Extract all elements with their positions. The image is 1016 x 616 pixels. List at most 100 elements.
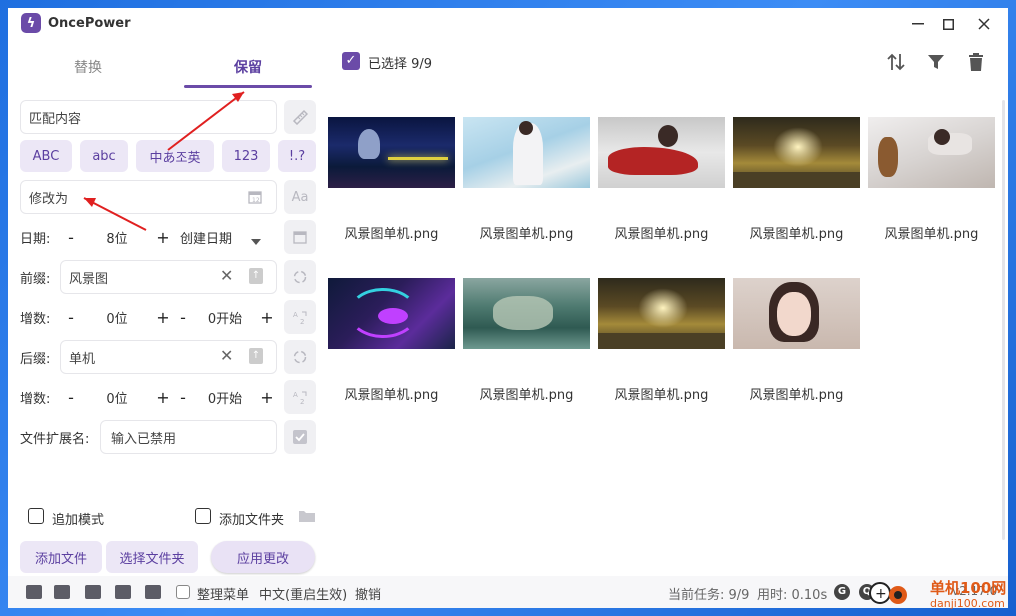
clipboard-icon[interactable] bbox=[85, 585, 101, 599]
organize-menu-checkbox[interactable] bbox=[176, 585, 190, 599]
modify-to-input[interactable]: 修改为 bbox=[20, 180, 277, 214]
suffix-start-value[interactable]: 0开始 bbox=[194, 388, 256, 407]
suffix-digits-value[interactable]: 0位 bbox=[82, 388, 152, 407]
current-task: 当前任务: 9/9 bbox=[668, 588, 750, 603]
modify-to-placeholder: 修改为 bbox=[29, 191, 69, 207]
minimize-button[interactable] bbox=[904, 12, 932, 36]
svg-text:2: 2 bbox=[300, 398, 304, 405]
font-case-icon[interactable]: Aa bbox=[284, 180, 316, 214]
file-name: 风景图单机.png bbox=[614, 388, 709, 403]
suffix-start-minus[interactable]: - bbox=[172, 388, 194, 407]
ruler-icon[interactable] bbox=[284, 100, 316, 134]
svg-text:+: + bbox=[875, 586, 887, 602]
append-mode-label: 追加模式 bbox=[52, 513, 105, 528]
tab-replace[interactable]: 替换 bbox=[24, 52, 152, 86]
suffix-digits-minus[interactable]: - bbox=[60, 388, 82, 407]
date-type-select[interactable]: 创建日期 bbox=[180, 228, 232, 247]
checkbox-icon[interactable] bbox=[284, 420, 316, 454]
sort-numeric-icon[interactable]: A2 bbox=[284, 300, 316, 334]
prefix-input[interactable]: 风景图 bbox=[60, 260, 277, 294]
prefix-label: 前缀: bbox=[20, 272, 51, 287]
active-tab-indicator bbox=[184, 85, 312, 88]
csv-file-icon[interactable] bbox=[145, 585, 161, 599]
file-thumbnail[interactable] bbox=[328, 117, 455, 188]
language-select[interactable]: 中文(重启生效) bbox=[259, 584, 347, 603]
chip-lowercase[interactable]: abc bbox=[80, 140, 128, 172]
github-icon[interactable]: G bbox=[834, 584, 850, 600]
svg-text:2: 2 bbox=[300, 318, 304, 325]
append-mode-checkbox[interactable] bbox=[28, 508, 44, 524]
file-thumbnail[interactable] bbox=[598, 117, 725, 188]
suffix-digits-plus[interactable]: + bbox=[152, 388, 174, 407]
chevron-down-icon[interactable] bbox=[251, 233, 261, 249]
suffix-value: 单机 bbox=[69, 351, 96, 367]
chip-symbols[interactable]: !.? bbox=[278, 140, 316, 172]
select-all-checkbox[interactable]: ✓ bbox=[342, 52, 360, 70]
maximize-button[interactable] bbox=[934, 12, 962, 36]
scrollbar[interactable] bbox=[1002, 100, 1005, 540]
file-name: 风景图单机.png bbox=[749, 388, 844, 403]
refresh-icon[interactable] bbox=[284, 260, 316, 294]
extension-placeholder: 输入已禁用 bbox=[111, 431, 177, 447]
date-digits-value[interactable]: 8位 bbox=[82, 228, 152, 247]
file-thumbnail[interactable] bbox=[733, 278, 860, 349]
prefix-start-value[interactable]: 0开始 bbox=[194, 308, 256, 327]
file-name: 风景图单机.png bbox=[344, 227, 439, 242]
prefix-start-plus[interactable]: + bbox=[256, 308, 278, 327]
svg-text:A: A bbox=[293, 311, 298, 319]
document-icon[interactable] bbox=[54, 585, 70, 599]
tab-keep[interactable]: 保留 bbox=[184, 52, 312, 86]
upload-icon[interactable]: ↑ bbox=[249, 268, 263, 284]
suffix-input[interactable]: 单机 bbox=[60, 340, 277, 374]
extension-label: 文件扩展名: bbox=[20, 432, 90, 447]
add-file-button[interactable]: 添加文件 bbox=[20, 541, 102, 573]
prefix-digits-plus[interactable]: + bbox=[152, 308, 174, 327]
file-thumbnail[interactable] bbox=[598, 278, 725, 349]
suffix-label: 后缀: bbox=[20, 352, 51, 367]
match-content-placeholder: 匹配内容 bbox=[29, 111, 82, 127]
trash-icon[interactable] bbox=[964, 50, 988, 74]
clear-icon[interactable]: ✕ bbox=[220, 266, 233, 285]
match-content-input[interactable]: 匹配内容 bbox=[20, 100, 277, 134]
date-label: 日期: bbox=[20, 232, 51, 247]
date-digits-minus[interactable]: - bbox=[60, 228, 82, 247]
file-thumbnail[interactable] bbox=[463, 117, 590, 188]
upload-icon[interactable]: ↑ bbox=[249, 348, 263, 364]
clear-icon[interactable]: ✕ bbox=[220, 346, 233, 365]
rename-options-panel: 替换 保留 匹配内容 ABC abc 中あ조英 123 !.? 修改为 12 A… bbox=[8, 40, 326, 576]
file-thumbnail[interactable] bbox=[868, 117, 995, 188]
suffix-increment-label: 增数: bbox=[20, 392, 51, 407]
prefix-start-stepper: - 0开始 + bbox=[172, 300, 278, 334]
sort-numeric-icon[interactable]: A2 bbox=[284, 380, 316, 414]
refresh-icon[interactable] bbox=[284, 340, 316, 374]
calendar-icon[interactable]: 12 bbox=[240, 181, 270, 213]
suffix-start-plus[interactable]: + bbox=[256, 388, 278, 407]
calendar-icon[interactable] bbox=[284, 220, 316, 254]
close-button[interactable] bbox=[970, 12, 998, 36]
file-thumbnail[interactable] bbox=[733, 117, 860, 188]
prefix-digits-minus[interactable]: - bbox=[60, 308, 82, 327]
select-folder-button[interactable]: 选择文件夹 bbox=[106, 541, 198, 573]
add-folder-checkbox[interactable] bbox=[195, 508, 211, 524]
prefix-start-minus[interactable]: - bbox=[172, 308, 194, 327]
filter-icon[interactable] bbox=[924, 50, 948, 74]
date-digits-plus[interactable]: + bbox=[152, 228, 174, 247]
file-thumbnail[interactable] bbox=[328, 278, 455, 349]
date-digits-stepper: - 8位 + bbox=[60, 220, 174, 254]
chip-uppercase[interactable]: ABC bbox=[20, 140, 72, 172]
save-icon[interactable] bbox=[26, 585, 42, 599]
lightning-icon: ϟ bbox=[21, 13, 41, 33]
prefix-digits-value[interactable]: 0位 bbox=[82, 308, 152, 327]
apply-changes-button[interactable]: 应用更改 bbox=[211, 541, 315, 573]
chip-numbers[interactable]: 123 bbox=[222, 140, 270, 172]
prefix-increment-label: 增数: bbox=[20, 312, 51, 327]
app-title: OncePower bbox=[48, 16, 131, 31]
undo-button[interactable]: 撤销 bbox=[355, 584, 381, 603]
prefix-digits-stepper: - 0位 + bbox=[60, 300, 174, 334]
chip-cjk[interactable]: 中あ조英 bbox=[136, 140, 214, 172]
extension-input[interactable]: 输入已禁用 bbox=[100, 420, 277, 454]
image-icon[interactable] bbox=[115, 585, 131, 599]
title-bar: ϟ OncePower bbox=[8, 8, 1008, 40]
file-thumbnail[interactable] bbox=[463, 278, 590, 349]
sort-icon[interactable] bbox=[884, 50, 908, 74]
